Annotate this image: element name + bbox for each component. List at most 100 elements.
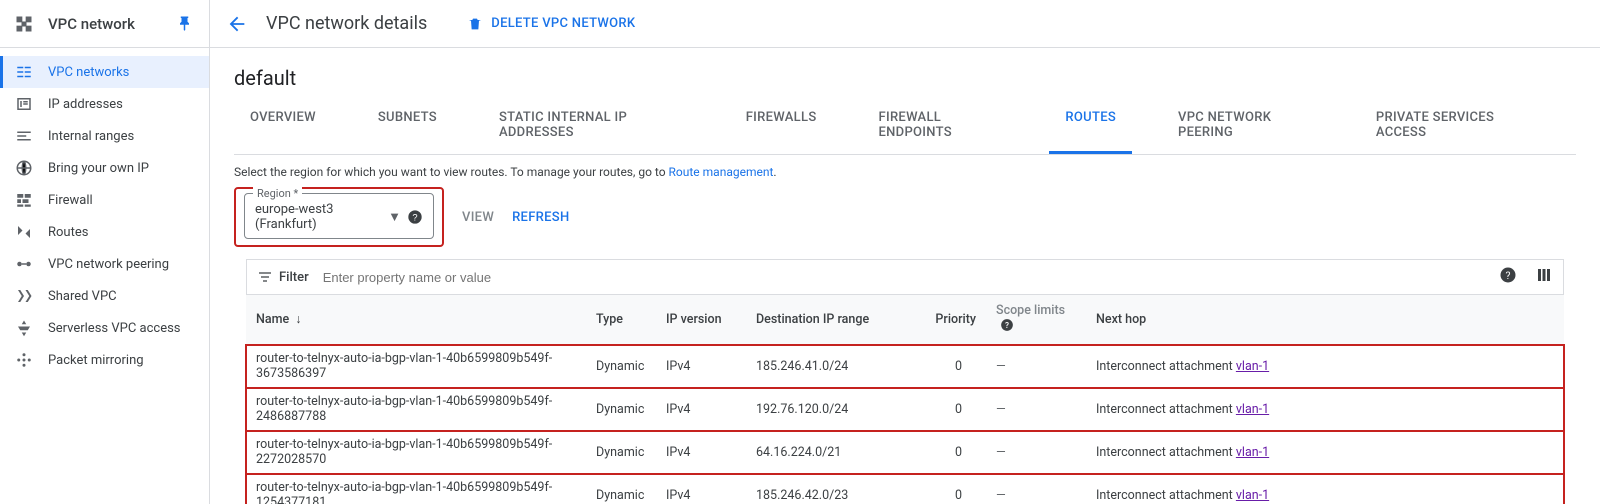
tab-subnets[interactable]: SUBNETS (362, 100, 453, 154)
sidebar-item-vpc-network-peering[interactable]: VPC network peering (0, 248, 209, 280)
sidebar-item-firewall[interactable]: Firewall (0, 184, 209, 216)
firewall-icon (14, 190, 34, 210)
sidebar-item-routes[interactable]: Routes (0, 216, 209, 248)
col-nexthop[interactable]: Next hop (1086, 295, 1564, 345)
vpc-networks-icon (14, 62, 34, 82)
helper-text: Select the region for which you want to … (234, 165, 1576, 179)
help-icon[interactable]: ? (407, 209, 423, 225)
cell-priority: 0 (916, 345, 986, 388)
tab-private-services-access[interactable]: PRIVATE SERVICES ACCESS (1360, 100, 1546, 154)
chevron-down-icon: ▼ (388, 209, 401, 225)
cell-ipversion: IPv4 (656, 345, 746, 388)
sidebar-item-internal-ranges[interactable]: Internal ranges (0, 120, 209, 152)
tab-firewalls[interactable]: FIREWALLS (730, 100, 833, 154)
col-name[interactable]: Name↓ (246, 295, 586, 345)
cell-scope: — (986, 431, 1086, 474)
tabs: OVERVIEW SUBNETS STATIC INTERNAL IP ADDRES… (234, 100, 1576, 155)
tab-firewall-endpoints[interactable]: FIREWALL ENDPOINTS (863, 100, 1020, 154)
svg-text:?: ? (1005, 320, 1009, 330)
route-name: router-to-telnyx-auto-ia-bgp-vlan-1-40b6… (256, 351, 552, 381)
peering-icon (14, 254, 34, 274)
help-icon[interactable]: ? (1000, 318, 1014, 336)
sidebar-item-vpc-networks[interactable]: VPC networks (0, 56, 209, 88)
region-select[interactable]: Region * europe-west3 (Frankfurt) ▼ ? (244, 193, 434, 239)
sort-down-icon: ↓ (295, 312, 301, 327)
nexthop-link[interactable]: vlan-1 (1236, 445, 1269, 460)
packet-mirroring-icon (14, 350, 34, 370)
delete-vpc-label: DELETE VPC NETWORK (491, 16, 635, 31)
topbar: VPC network details DELETE VPC NETWORK (210, 0, 1600, 48)
sidebar: VPC network VPC networks IP addresses Inte… (0, 0, 210, 504)
cell-nexthop: Interconnect attachment vlan-1 (1086, 345, 1564, 388)
sidebar-item-shared-vpc[interactable]: Shared VPC (0, 280, 209, 312)
cell-type: Dynamic (586, 345, 656, 388)
route-name: router-to-telnyx-auto-ia-bgp-vlan-1-40b6… (256, 394, 552, 424)
sidebar-item-label: Shared VPC (48, 289, 117, 304)
main-panel: VPC network details DELETE VPC NETWORK d… (210, 0, 1600, 504)
sidebar-item-packet-mirroring[interactable]: Packet mirroring (0, 344, 209, 376)
sidebar-list: VPC networks IP addresses Internal ranges B… (0, 48, 209, 384)
col-scope[interactable]: Scope limits? (986, 295, 1086, 345)
trash-icon (467, 16, 483, 32)
cell-type: Dynamic (586, 474, 656, 504)
cell-destination: 64.16.224.0/21 (746, 431, 916, 474)
cell-scope: — (986, 345, 1086, 388)
sidebar-item-label: Firewall (48, 193, 93, 208)
col-type[interactable]: Type (586, 295, 656, 345)
cell-ipversion: IPv4 (656, 474, 746, 504)
cell-destination: 185.246.41.0/24 (746, 345, 916, 388)
sidebar-item-label: Internal ranges (48, 129, 134, 144)
tab-routes[interactable]: ROUTES (1049, 100, 1132, 154)
cell-nexthop: Interconnect attachment vlan-1 (1086, 431, 1564, 474)
col-ipversion[interactable]: IP version (656, 295, 746, 345)
sidebar-item-label: VPC networks (48, 65, 129, 80)
product-title: VPC network (48, 15, 177, 33)
cell-nexthop: Interconnect attachment vlan-1 (1086, 388, 1564, 431)
sidebar-item-label: IP addresses (48, 97, 123, 112)
tab-static-internal-ip-addresses[interactable]: STATIC INTERNAL IP ADDRESSES (483, 100, 700, 154)
sidebar-item-serverless-vpc-access[interactable]: Serverless VPC access (0, 312, 209, 344)
helper-text-body: Select the region for which you want to … (234, 165, 669, 179)
route-name: router-to-telnyx-auto-ia-bgp-vlan-1-40b6… (256, 437, 552, 467)
route-name: router-to-telnyx-auto-ia-bgp-vlan-1-40b6… (256, 480, 552, 504)
view-button[interactable]: VIEW (462, 210, 494, 225)
cell-type: Dynamic (586, 431, 656, 474)
table-row: router-to-telnyx-auto-ia-bgp-vlan-1-40b6… (246, 431, 1564, 474)
refresh-button[interactable]: REFRESH (512, 210, 569, 225)
content-area: default OVERVIEWSUBNETSSTATIC INTERNAL I… (210, 48, 1600, 504)
tab-overview[interactable]: OVERVIEW (234, 100, 332, 154)
region-row: Region * europe-west3 (Frankfurt) ▼ ? VI… (234, 187, 1576, 247)
nexthop-link[interactable]: vlan-1 (1236, 402, 1269, 417)
help-icon[interactable]: ? (1499, 266, 1517, 288)
internal-ranges-icon (14, 126, 34, 146)
col-priority[interactable]: Priority (916, 295, 986, 345)
cell-destination: 192.76.120.0/24 (746, 388, 916, 431)
nexthop-link[interactable]: vlan-1 (1236, 359, 1269, 374)
cell-scope: — (986, 474, 1086, 504)
nexthop-link[interactable]: vlan-1 (1236, 488, 1269, 503)
back-arrow-icon[interactable] (226, 13, 248, 35)
table-row: router-to-telnyx-auto-ia-bgp-vlan-1-40b6… (246, 474, 1564, 504)
region-select-label: Region * (253, 187, 302, 200)
filter-input[interactable] (323, 270, 1499, 285)
cell-destination: 185.246.42.0/23 (746, 474, 916, 504)
sidebar-item-label: Bring your own IP (48, 161, 149, 176)
region-select-value: europe-west3 (Frankfurt) (255, 202, 382, 232)
cell-scope: — (986, 388, 1086, 431)
column-display-icon[interactable] (1535, 266, 1553, 288)
routes-icon (14, 222, 34, 242)
col-destination[interactable]: Destination IP range (746, 295, 916, 345)
shared-vpc-icon (14, 286, 34, 306)
sidebar-item-ip-addresses[interactable]: IP addresses (0, 88, 209, 120)
route-management-link[interactable]: Route management (669, 165, 774, 179)
serverless-icon (14, 318, 34, 338)
tab-vpc-network-peering[interactable]: VPC NETWORK PEERING (1162, 100, 1330, 154)
cell-ipversion: IPv4 (656, 388, 746, 431)
sidebar-item-bring-your-own-ip[interactable]: Bring your own IP (0, 152, 209, 184)
pin-icon[interactable] (177, 15, 195, 33)
sidebar-item-label: Routes (48, 225, 88, 240)
filter-label: Filter (279, 270, 309, 285)
delete-vpc-button[interactable]: DELETE VPC NETWORK (467, 16, 635, 32)
cell-priority: 0 (916, 431, 986, 474)
cell-ipversion: IPv4 (656, 431, 746, 474)
